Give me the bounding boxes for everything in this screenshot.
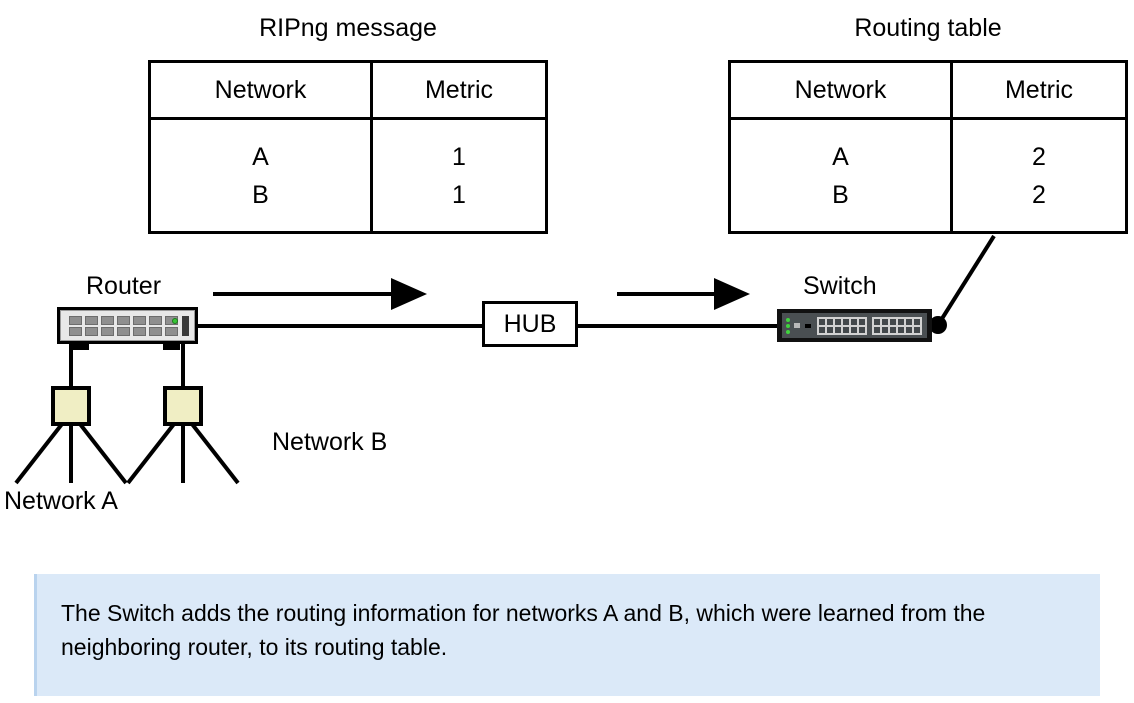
- table-body-row: A B 2 2: [731, 120, 1125, 234]
- network-values-cell: A B: [151, 120, 373, 234]
- column-header-metric: Metric: [1004, 76, 1074, 104]
- router-status-led-icon: [172, 318, 178, 324]
- ripng-table-title: RIPng message: [259, 14, 437, 42]
- network-b-segment-box: [163, 386, 203, 426]
- network-b-leg-left: [126, 422, 176, 485]
- column-header-metric: Metric: [424, 76, 494, 104]
- network-a-leg-right: [78, 422, 128, 485]
- cell-metric-a: 1: [452, 143, 466, 171]
- router-foot-right: [163, 344, 180, 350]
- network-b-label: Network B: [272, 428, 388, 456]
- router-foot-left: [72, 344, 89, 350]
- hub-label: HUB: [503, 309, 557, 338]
- switch-console-bar: [805, 323, 811, 328]
- routing-table-title: Routing table: [854, 14, 1002, 42]
- caption-box: The Switch adds the routing information …: [34, 574, 1100, 696]
- router-icon: [57, 307, 198, 344]
- cell-network-a: A: [832, 143, 849, 171]
- cell-network-b: B: [252, 181, 269, 209]
- cell-metric-b: 1: [452, 181, 466, 209]
- router-faceplate: [60, 310, 195, 341]
- table-body-row: A B 1 1: [151, 120, 545, 234]
- table-header-row: Network Metric: [151, 63, 545, 120]
- metric-values-cell: 1 1: [373, 120, 545, 234]
- caption-text: The Switch adds the routing information …: [61, 600, 986, 660]
- ripng-message-table: Network Metric A B 1 1: [148, 60, 548, 234]
- switch-port-panel-right: [872, 316, 922, 335]
- cell-metric-b: 2: [1032, 181, 1046, 209]
- routing-table: Network Metric A B 2 2: [728, 60, 1128, 234]
- leader-line-routing-table: [936, 234, 996, 327]
- network-a-segment-box: [51, 386, 91, 426]
- router-label: Router: [86, 272, 162, 300]
- network-a-leg-left: [14, 422, 64, 485]
- network-a-label: Network A: [4, 487, 118, 515]
- column-header-network: Network: [151, 63, 373, 117]
- cell-network-a: A: [252, 143, 269, 171]
- cell-network-b: B: [832, 181, 849, 209]
- metric-values-cell: 2 2: [953, 120, 1125, 234]
- network-b-leg-right: [190, 422, 240, 485]
- cell-metric-a: 2: [1032, 143, 1046, 171]
- switch-indicator-bar: [794, 323, 800, 328]
- switch-faceplate: [782, 313, 927, 338]
- router-port-grid: [69, 315, 178, 336]
- diagram-canvas: RIPng message Network Metric A B 1 1 Rou…: [0, 0, 1134, 703]
- column-header-network: Network: [731, 63, 953, 117]
- switch-label: Switch: [803, 272, 877, 300]
- switch-port-panel-left: [817, 316, 867, 335]
- network-values-cell: A B: [731, 120, 953, 234]
- switch-icon: [777, 309, 932, 342]
- switch-status-leds-icon: [786, 317, 790, 334]
- table-header-row: Network Metric: [731, 63, 1125, 120]
- router-slot: [182, 316, 189, 336]
